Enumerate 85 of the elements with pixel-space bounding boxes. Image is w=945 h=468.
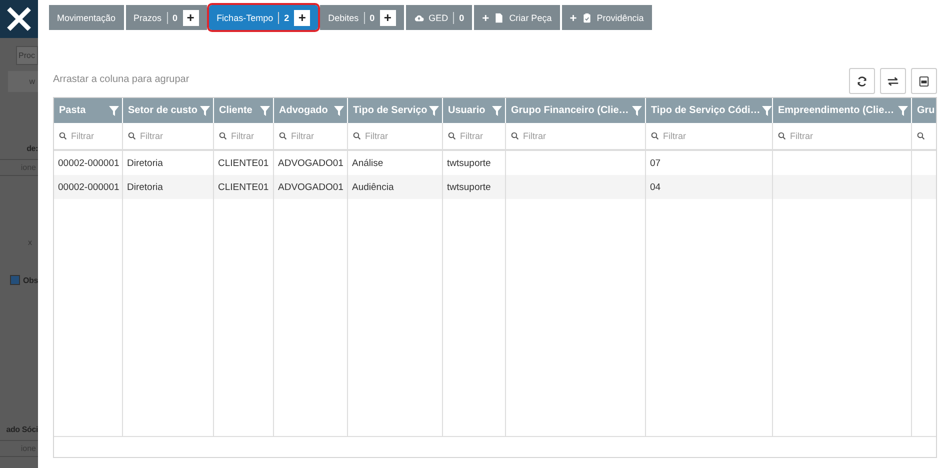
table-cell: CLIENTE01 <box>218 182 269 192</box>
filter-field[interactable]: Filtrar <box>790 131 830 141</box>
column-title: Setor de custo <box>128 105 198 116</box>
tab[interactable]: Prazos 0 + <box>126 5 207 30</box>
column-title: Cliente <box>219 105 252 116</box>
search-icon <box>917 132 925 140</box>
filter-icon[interactable] <box>429 106 440 116</box>
filter-icon[interactable] <box>260 106 270 116</box>
filter-icon[interactable] <box>109 106 119 116</box>
filter-field[interactable]: Filtrar <box>460 131 500 141</box>
column-header[interactable]: Usuario <box>443 98 506 123</box>
backdrop-label: ado Sóci <box>6 425 38 434</box>
column-title: Pasta <box>59 105 86 116</box>
filter-field[interactable]: Filtrar <box>231 131 268 141</box>
table-cell: Análise <box>352 158 384 168</box>
swap-arrows-icon <box>887 76 899 86</box>
filter-icon[interactable] <box>334 106 344 116</box>
table-cell: CLIENTE01 <box>218 158 269 168</box>
column-header[interactable]: Tipo de Serviço <box>348 98 443 123</box>
tab[interactable]: + Criar Peça <box>474 5 560 30</box>
refresh-button[interactable] <box>849 68 875 94</box>
search-icon <box>778 132 786 140</box>
table-cell: 07 <box>650 158 661 168</box>
filter-icon[interactable] <box>898 106 908 116</box>
table-cell: ADVOGADO01 <box>278 158 344 168</box>
column-title: Grupo Financeiro (Clie… <box>511 105 629 116</box>
search-icon <box>651 132 659 140</box>
filter-field[interactable]: Filtrar <box>140 131 180 141</box>
column-header[interactable]: Advogado <box>274 98 348 123</box>
table-cell: 00002-000001 <box>58 182 120 192</box>
search-icon <box>219 132 227 140</box>
column-header[interactable]: Setor de custo <box>123 98 214 123</box>
table-cell: twtsuporte <box>447 158 491 168</box>
tab[interactable]: Movimentação <box>49 5 124 30</box>
table-cell: 04 <box>650 182 661 192</box>
close-icon <box>5 5 33 33</box>
spreadsheet-icon <box>918 76 930 86</box>
backdrop-label: de: <box>26 144 38 153</box>
table-cell: 00002-000001 <box>58 158 120 168</box>
search-icon <box>353 132 361 140</box>
filter-field[interactable]: Filtrar <box>365 131 405 141</box>
tab[interactable]: + Providência <box>562 5 652 30</box>
filter-field[interactable]: Filtrar <box>523 131 563 141</box>
column-title: Tipo de Serviço Códi… <box>651 105 760 116</box>
column-title: Empreendimento (Clie… <box>778 105 894 116</box>
search-icon <box>511 132 519 140</box>
column-header[interactable]: Empreendimento (Clie… <box>773 98 912 123</box>
search-icon <box>59 132 67 140</box>
filter-icon[interactable] <box>492 106 502 116</box>
column-title: Tipo de Serviço <box>353 105 428 116</box>
filter-field[interactable]: Filtrar <box>71 131 111 141</box>
column-header[interactable]: Tipo de Serviço Códi… <box>646 98 773 123</box>
filter-field[interactable]: Filtrar <box>663 131 703 141</box>
table-cell: twtsuporte <box>447 182 491 192</box>
swap-button[interactable] <box>880 68 906 94</box>
export-button[interactable] <box>911 68 937 94</box>
backdrop-label: Obs <box>23 276 38 284</box>
tab[interactable]: GED 0 <box>406 5 472 30</box>
table-cell: Audiência <box>352 182 394 192</box>
tab[interactable]: Fichas-Tempo 2 + <box>208 5 318 30</box>
group-hint: Arrastar a coluna para agrupar <box>53 74 190 85</box>
filter-field[interactable]: Filtrar <box>291 131 331 141</box>
filter-icon[interactable] <box>762 106 772 116</box>
search-icon <box>448 132 456 140</box>
filter-icon[interactable] <box>632 106 642 116</box>
search-icon <box>128 132 136 140</box>
clipboard-icon <box>582 12 592 22</box>
file-icon <box>494 12 504 22</box>
table-cell: Diretoria <box>127 182 163 192</box>
search-icon <box>279 132 287 140</box>
column-header[interactable]: Pasta <box>54 98 123 123</box>
tab[interactable]: Debites 0 + <box>320 5 404 30</box>
column-header[interactable]: Gru <box>912 98 936 123</box>
column-header[interactable]: Grupo Financeiro (Clie… <box>506 98 646 123</box>
column-header[interactable]: Cliente <box>214 98 274 123</box>
filter-icon[interactable] <box>200 106 210 116</box>
refresh-icon <box>856 76 868 86</box>
column-title: Usuario <box>448 105 486 116</box>
table-cell: Diretoria <box>127 158 163 168</box>
column-title: Gru <box>917 105 935 116</box>
table-cell: ADVOGADO01 <box>278 182 344 192</box>
cloud-icon <box>414 12 424 22</box>
table-row[interactable]: 00002-000001 Diretoria CLIENTE01 ADVOGADO01 Audiência twtsuporte 04 <box>54 175 936 199</box>
column-title: Advogado <box>279 105 328 116</box>
close-button[interactable] <box>0 0 38 38</box>
